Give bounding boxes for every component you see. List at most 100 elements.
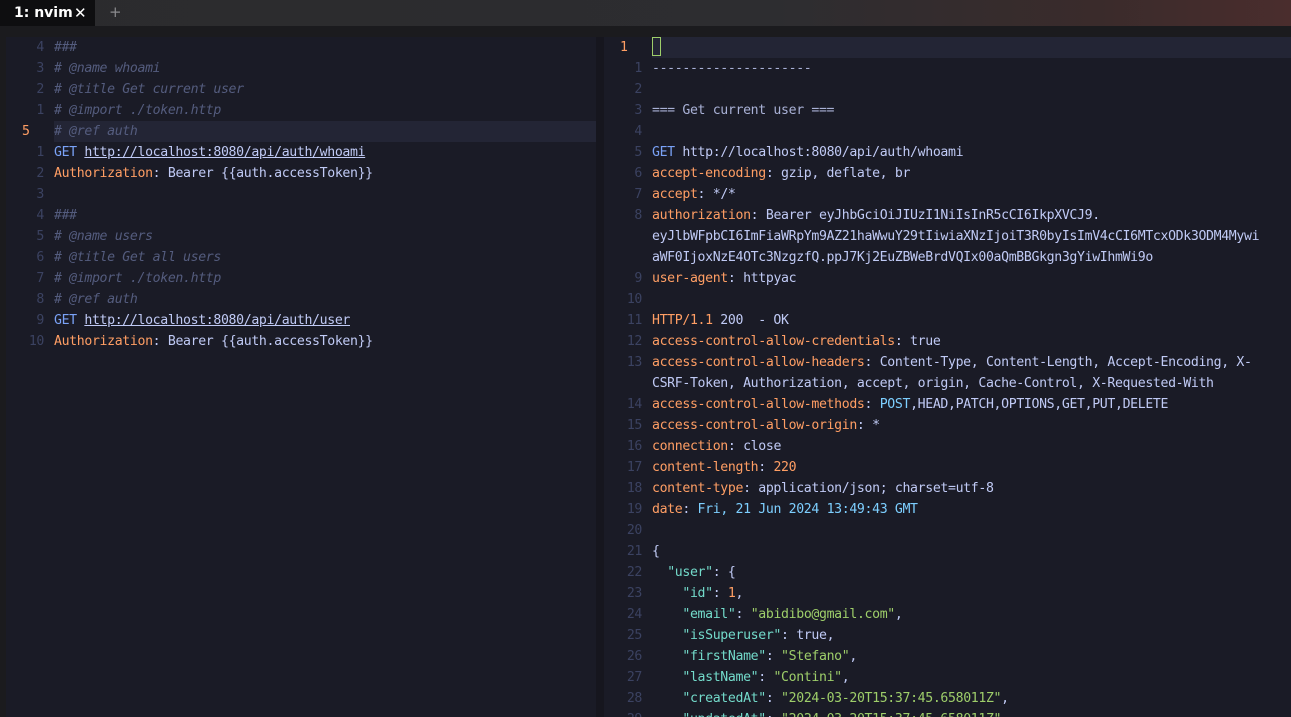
code-line[interactable]: 2 Authorization: Bearer {{auth.accessToke…: [6, 163, 596, 184]
code-line[interactable]: 20: [604, 520, 1291, 541]
line-number: 2: [36, 82, 44, 97]
code-line[interactable]: 5 # @ref auth: [6, 121, 596, 142]
line-text: "lastName": "Contini",: [652, 667, 849, 688]
code-line[interactable]: 23 "id": 1,: [604, 583, 1291, 604]
new-tab-icon[interactable]: +: [109, 3, 122, 21]
code-line[interactable]: 7 accept: */*: [604, 184, 1291, 205]
text-segment: # @title Get all users: [54, 250, 221, 265]
code-line[interactable]: 1 GET http://localhost:8080/api/auth/whoa…: [6, 142, 596, 163]
text-segment: :: [864, 397, 880, 412]
code-line[interactable]: 10 Authorization: Bearer {{auth.accessTok…: [6, 331, 596, 352]
code-line[interactable]: 13 access-control-allow-headers: Content-…: [604, 352, 1291, 373]
code-line[interactable]: 5 GET http://localhost:8080/api/auth/whoa…: [604, 142, 1291, 163]
line-number: 4: [36, 40, 44, 55]
code-line[interactable]: 22 "user": {: [604, 562, 1291, 583]
code-line[interactable]: 10: [604, 289, 1291, 310]
code-line[interactable]: 25 "isSuperuser": true,: [604, 625, 1291, 646]
line-text: ###: [54, 37, 84, 58]
terminal[interactable]: 4 ### 3 # @name whoami 2 # @title Get curren…: [6, 37, 1291, 717]
line-number: 14: [626, 397, 643, 412]
line-text: "user": {: [652, 562, 736, 583]
code-line[interactable]: 3: [6, 184, 596, 205]
close-icon[interactable]: ✕: [74, 4, 87, 22]
code-line[interactable]: 1 # @import ./token.http: [6, 100, 596, 121]
text-segment: GET: [54, 145, 85, 160]
code-line[interactable]: 27 "lastName": "Contini",: [604, 667, 1291, 688]
line-number: 15: [626, 418, 643, 433]
line-number: 8: [634, 208, 642, 223]
code-line[interactable]: CSRF-Token, Authorization, accept, origi…: [604, 373, 1291, 394]
code-line[interactable]: 9 GET http://localhost:8080/api/auth/user: [6, 310, 596, 331]
code-line[interactable]: 17 content-length: 220: [604, 457, 1291, 478]
code-line[interactable]: 11 HTTP/1.1 200 - OK: [604, 310, 1291, 331]
code-line[interactable]: 2 # @title Get current user: [6, 79, 596, 100]
code-line[interactable]: 18 content-type: application/json; charse…: [604, 478, 1291, 499]
line-text: # @import ./token.http: [54, 100, 221, 121]
code-line[interactable]: 8 # @ref auth: [6, 289, 596, 310]
line-number: 12: [626, 334, 643, 349]
text-segment: :: [682, 502, 698, 517]
line-text: "updatedAt": "2024-03-20T15:37:45.658011…: [652, 709, 1001, 717]
code-line[interactable]: 4 ###: [6, 37, 596, 58]
text-segment: # @title Get current user: [54, 82, 244, 97]
json-key: "email": [682, 607, 736, 622]
code-line[interactable]: 8 authorization: Bearer eyJhbGciOiJIUzI1N…: [604, 205, 1291, 226]
line-number: 19: [626, 502, 643, 517]
pane-divider[interactable]: [596, 37, 604, 717]
code-line[interactable]: 6 # @title Get all users: [6, 247, 596, 268]
code-line[interactable]: 7 # @import ./token.http: [6, 268, 596, 289]
line-text: authorization: Bearer eyJhbGciOiJIUzI1Ni…: [652, 205, 1100, 226]
code-line[interactable]: 4 ###: [6, 205, 596, 226]
text-segment: : gzip, deflate, br: [765, 166, 911, 181]
code-line[interactable]: 29 "updatedAt": "2024-03-20T15:37:45.658…: [604, 709, 1291, 717]
code-line[interactable]: 16 connection: close: [604, 436, 1291, 457]
json-key: "id": [682, 586, 713, 601]
line-text: content-type: application/json; charset=…: [652, 478, 994, 499]
line-number: 8: [36, 292, 44, 307]
code-line[interactable]: 9 user-agent: httpyac: [604, 268, 1291, 289]
code-line[interactable]: 15 access-control-allow-origin: *: [604, 415, 1291, 436]
text-segment: CSRF-Token, Authorization, accept, origi…: [652, 376, 1214, 391]
line-text: # @name users: [54, 226, 153, 247]
code-line[interactable]: 2: [604, 79, 1291, 100]
line-number: 23: [626, 586, 643, 601]
line-text: "firstName": "Stefano",: [652, 646, 857, 667]
code-line[interactable]: 26 "firstName": "Stefano",: [604, 646, 1291, 667]
code-line[interactable]: 4: [604, 121, 1291, 142]
code-line[interactable]: 3 # @name whoami: [6, 58, 596, 79]
text-segment: : httpyac: [727, 271, 797, 286]
code-line[interactable]: aWF0IjoxNzE4OTc3NzgzfQ.ppJ7Kj2EuZBWeBrdV…: [604, 247, 1291, 268]
code-line[interactable]: 1 ---------------------: [604, 58, 1291, 79]
code-line[interactable]: 21 {: [604, 541, 1291, 562]
text-segment: # @import ./token.http: [54, 271, 221, 286]
code-line[interactable]: 5 # @name users: [6, 226, 596, 247]
code-line[interactable]: 24 "email": "abidibo@gmail.com",: [604, 604, 1291, 625]
url-link: http://localhost:8080/api/auth/whoami: [84, 145, 366, 160]
line-text: === Get current user ===: [652, 100, 835, 121]
code-line[interactable]: 1: [604, 37, 1291, 58]
code-line[interactable]: 12 access-control-allow-credentials: true: [604, 331, 1291, 352]
tab-nvim[interactable]: 1: nvim ✕: [0, 0, 95, 26]
line-number: 13: [626, 355, 643, 370]
number-value: 220: [773, 460, 797, 475]
header-name: user-agent: [652, 271, 728, 286]
text-segment: :: [758, 460, 774, 475]
text-segment: # @ref auth: [54, 292, 138, 307]
header-name: access-control-allow-origin: [652, 418, 857, 433]
code-line[interactable]: 14 access-control-allow-methods: POST,HEA…: [604, 394, 1291, 415]
line-number: 5: [634, 145, 642, 160]
text-segment: : {: [712, 565, 736, 580]
editor-pane-request[interactable]: 4 ### 3 # @name whoami 2 # @title Get curren…: [6, 37, 596, 717]
editor-pane-response[interactable]: 1 1 --------------------- 2 3 === Get current…: [604, 37, 1291, 717]
code-line[interactable]: 28 "createdAt": "2024-03-20T15:37:45.658…: [604, 688, 1291, 709]
code-line[interactable]: eyJlbWFpbCI6ImFiaWRpYm9AZ21haWwuY29tIiwi…: [604, 226, 1291, 247]
line-text: # @import ./token.http: [54, 268, 221, 289]
code-line[interactable]: 19 date: Fri, 21 Jun 2024 13:49:43 GMT: [604, 499, 1291, 520]
text-segment: :: [712, 586, 728, 601]
code-line[interactable]: 6 accept-encoding: gzip, deflate, br: [604, 163, 1291, 184]
code-line[interactable]: 3 === Get current user ===: [604, 100, 1291, 121]
